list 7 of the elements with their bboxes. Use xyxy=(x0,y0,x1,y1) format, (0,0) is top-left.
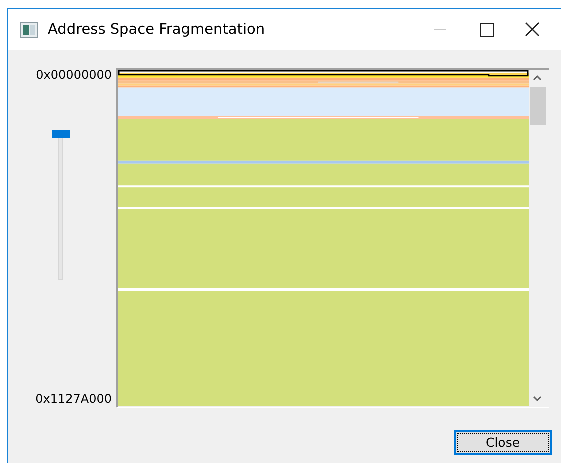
end-address: 0x1127A000 xyxy=(34,392,113,406)
app-icon xyxy=(20,22,38,38)
close-button[interactable]: Close xyxy=(454,430,552,455)
scroll-thumb[interactable] xyxy=(530,87,546,125)
window-title: Address Space Fragmentation xyxy=(48,22,266,38)
start-address: 0x00000000 xyxy=(35,68,113,82)
zoom-slider[interactable] xyxy=(51,130,71,282)
